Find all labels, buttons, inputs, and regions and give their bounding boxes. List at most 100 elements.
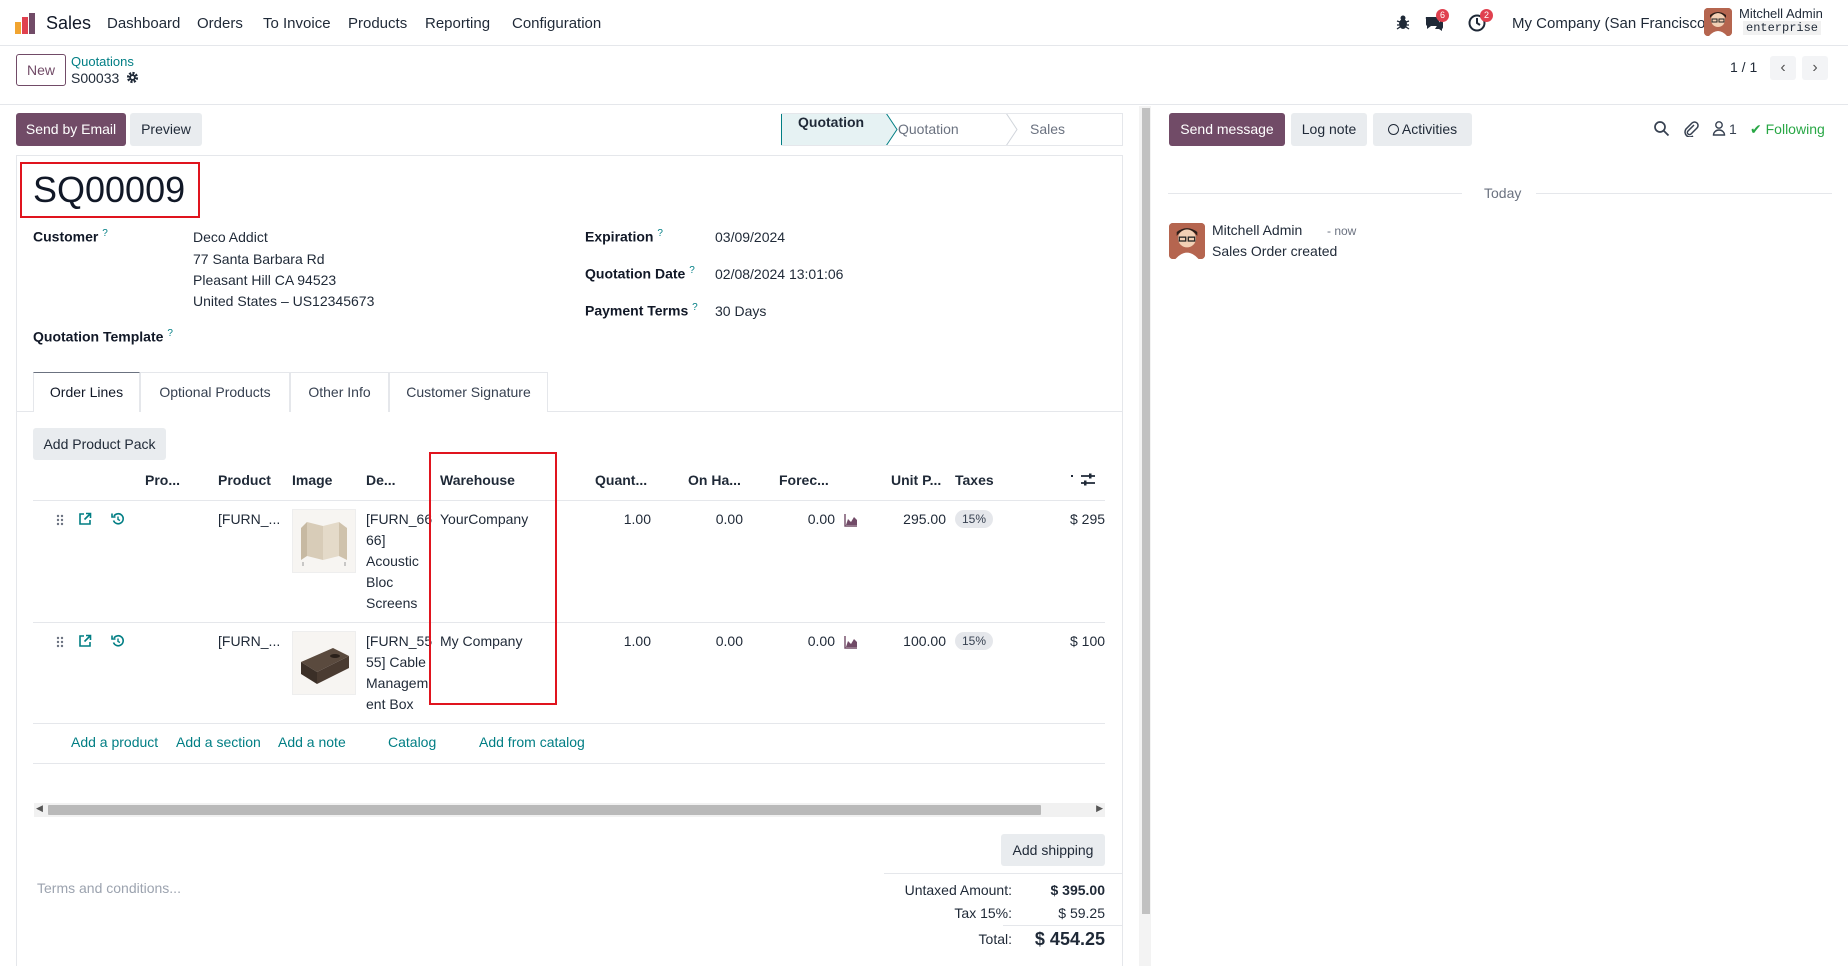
reset-history-icon[interactable] <box>111 512 125 526</box>
row-on-hand: 0.00 <box>715 511 743 527</box>
control-panel-divider <box>0 104 1848 105</box>
col-image[interactable]: Image <box>292 472 332 488</box>
following-toggle[interactable]: ✔ Following <box>1750 121 1825 138</box>
menu-reporting[interactable]: Reporting <box>425 15 490 32</box>
send-by-email-button[interactable]: Send by Email <box>16 113 126 146</box>
scroll-right-arrow-icon[interactable]: ▶ <box>1096 803 1103 814</box>
open-external-icon[interactable] <box>78 512 92 526</box>
clock-icon <box>1387 124 1399 135</box>
col-product[interactable]: Product <box>218 472 271 488</box>
add-product-link[interactable]: Add a product <box>71 734 158 750</box>
quotation-template-label: Quotation Template ? <box>33 328 173 345</box>
log-note-button[interactable]: Log note <box>1291 113 1367 146</box>
company-switcher[interactable]: My Company (San Francisco) <box>1512 15 1710 32</box>
col-on-hand[interactable]: On Ha... <box>688 472 741 488</box>
col-product-template[interactable]: Pro... <box>145 472 180 488</box>
open-external-icon[interactable] <box>78 634 92 648</box>
product-image-acoustic-screen <box>292 509 356 573</box>
gear-icon[interactable] <box>126 71 139 84</box>
pager-next-button[interactable]: › <box>1802 56 1828 80</box>
menu-to-invoice[interactable]: To Invoice <box>263 15 331 32</box>
preview-button[interactable]: Preview <box>130 113 202 146</box>
forecast-chart-icon[interactable] <box>844 635 858 649</box>
payment-terms-value[interactable]: 30 Days <box>715 303 766 319</box>
add-product-pack-button[interactable]: Add Product Pack <box>33 428 166 460</box>
total-label: Total: <box>978 931 1012 947</box>
row-quantity[interactable]: 1.00 <box>595 509 651 530</box>
menu-dashboard[interactable]: Dashboard <box>107 15 180 32</box>
add-note-link[interactable]: Add a note <box>278 734 346 750</box>
menu-orders[interactable]: Orders <box>197 15 243 32</box>
user-avatar[interactable] <box>1704 8 1732 36</box>
activities-button[interactable]: Activities <box>1373 113 1472 146</box>
followers-icon[interactable] <box>1712 120 1726 136</box>
row-product[interactable]: [FURN_... <box>218 509 280 530</box>
col-quantity[interactable]: Quant... <box>595 472 647 488</box>
untaxed-amount-value: $ 395.00 <box>1050 882 1106 898</box>
status-quotation-sent[interactable]: Quotation Sent <box>898 113 959 170</box>
catalog-link[interactable]: Catalog <box>388 734 436 750</box>
row-tax-badge[interactable]: 15% <box>955 510 994 528</box>
expiration-value[interactable]: 03/09/2024 <box>715 229 785 245</box>
form-sheet <box>16 155 1123 966</box>
new-button[interactable]: New <box>16 54 66 86</box>
paperclip-icon[interactable] <box>1682 119 1699 137</box>
pager-value[interactable]: 1 / 1 <box>1730 59 1757 75</box>
top-navbar: Sales Dashboard Orders To Invoice Produc… <box>0 0 1848 46</box>
row-quantity[interactable]: 1.00 <box>595 631 651 652</box>
col-taxes[interactable]: Taxes <box>955 472 994 488</box>
app-name[interactable]: Sales <box>46 13 91 34</box>
row-description[interactable]: [FURN_66 66] Acoustic Bloc Screens <box>366 509 432 614</box>
drag-handle-icon[interactable] <box>53 513 67 527</box>
row-forecast: 0.00 <box>807 511 835 527</box>
add-from-catalog-link[interactable]: Add from catalog <box>479 734 585 750</box>
quotation-date-label: Quotation Date ? <box>585 265 695 282</box>
col-unit-price[interactable]: Unit P... <box>891 472 941 488</box>
menu-products[interactable]: Products <box>348 15 407 32</box>
status-quotation[interactable]: Quotation <box>781 113 887 146</box>
scroll-left-arrow-icon[interactable]: ◀ <box>36 803 43 814</box>
tab-optional-products[interactable]: Optional Products <box>140 372 290 412</box>
forecast-chart-icon[interactable] <box>844 513 858 527</box>
customer-name[interactable]: Deco Addict <box>193 229 268 245</box>
col-description[interactable]: De... <box>366 472 396 488</box>
debug-bug-icon[interactable] <box>1393 13 1413 33</box>
sales-app-icon[interactable] <box>14 12 36 34</box>
check-icon: ✔ <box>1750 121 1762 137</box>
message-time: - now <box>1327 224 1357 238</box>
table-scroll-thumb[interactable] <box>48 805 1041 815</box>
row-tax-badge[interactable]: 15% <box>955 632 994 650</box>
message-author-avatar[interactable] <box>1169 223 1205 259</box>
user-name[interactable]: Mitchell Admin <box>1739 6 1823 21</box>
drag-handle-icon[interactable] <box>53 635 67 649</box>
menu-configuration[interactable]: Configuration <box>512 15 601 32</box>
terms-conditions-input[interactable]: Terms and conditions... <box>37 880 181 896</box>
row-divider <box>33 763 1105 764</box>
expiration-label: Expiration ? <box>585 228 663 245</box>
date-separator-label: Today <box>1482 185 1524 201</box>
date-separator-line-left <box>1168 193 1462 194</box>
tab-customer-signature[interactable]: Customer Signature <box>389 372 548 412</box>
search-icon[interactable] <box>1653 120 1670 137</box>
quotation-date-value[interactable]: 02/08/2024 13:01:06 <box>715 266 843 282</box>
row-on-hand: 0.00 <box>715 633 743 649</box>
send-message-button[interactable]: Send message <box>1169 113 1285 146</box>
breadcrumb-quotations[interactable]: Quotations <box>71 54 134 69</box>
quotation-template-input[interactable] <box>193 326 553 348</box>
row-unit-price[interactable]: 295.00 <box>878 509 946 530</box>
tab-order-lines[interactable]: Order Lines <box>33 372 140 412</box>
add-shipping-button[interactable]: Add shipping <box>1001 834 1105 866</box>
tab-other-info[interactable]: Other Info <box>290 372 389 412</box>
optional-columns-icon[interactable] <box>1069 472 1097 488</box>
form-scrollbar-thumb[interactable] <box>1142 108 1150 914</box>
add-section-link[interactable]: Add a section <box>176 734 261 750</box>
followers-count[interactable]: 1 <box>1729 121 1737 137</box>
row-unit-price[interactable]: 100.00 <box>878 631 946 652</box>
row-description[interactable]: [FURN_55 55] Cable Managem ent Box <box>366 631 432 715</box>
pager-previous-button[interactable]: ‹ <box>1770 56 1796 80</box>
reset-history-icon[interactable] <box>111 634 125 648</box>
row-product[interactable]: [FURN_... <box>218 631 280 652</box>
col-forecast[interactable]: Forec... <box>779 472 829 488</box>
status-sales-order[interactable]: Sales Order <box>1030 113 1066 170</box>
message-author[interactable]: Mitchell Admin <box>1212 222 1302 238</box>
